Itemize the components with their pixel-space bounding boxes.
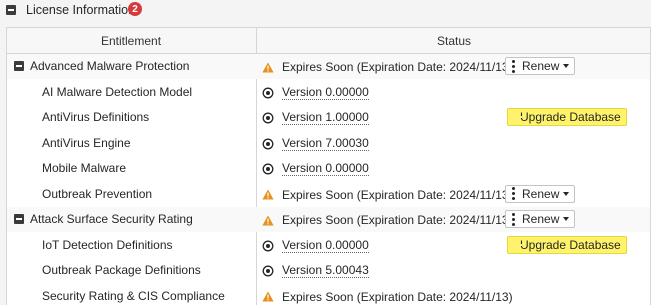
table-row: Outbreak Prevention Expires Soon (Expirat… — [7, 182, 650, 207]
table-header: Entitlement Status — [7, 28, 650, 54]
license-table: Entitlement Status Advanced Malware Prot… — [6, 27, 651, 305]
status-cell: Version 0.00000 — [262, 160, 369, 178]
renew-button[interactable]: Renew — [505, 210, 575, 228]
status-cell: Version 5.00043 — [262, 262, 369, 280]
section-title: License Information — [26, 3, 135, 17]
status-cell: Expires Soon (Expiration Date: 2024/11/1… — [262, 58, 513, 76]
table-row: AI Malware Detection Model Version 0.0000… — [7, 80, 650, 105]
table-row: Mobile Malware Version 0.00000 — [7, 156, 650, 181]
status-cell: Expires Soon (Expiration Date: 2024/11/1… — [262, 211, 513, 229]
table-row: Security Rating & CIS Compliance Expires … — [7, 284, 650, 305]
entitlement-name: Mobile Malware — [42, 161, 126, 175]
entitlement-name: Security Rating & CIS Compliance — [42, 289, 225, 303]
warning-icon — [262, 189, 274, 201]
version-icon — [262, 240, 274, 252]
collapse-icon[interactable] — [6, 5, 16, 15]
warning-icon — [262, 61, 274, 73]
table-row: AntiVirus Definitions Version 1.00000 Upgr… — [7, 105, 650, 130]
upgrade-database-button[interactable]: Upgrade Database — [507, 108, 627, 126]
more-icon — [512, 213, 515, 226]
entitlement-name: Outbreak Package Definitions — [42, 263, 201, 277]
entitlement-name: Outbreak Prevention — [42, 187, 152, 201]
collapse-icon[interactable] — [14, 61, 24, 71]
expiry-text: Expires Soon (Expiration Date: 2024/11/1… — [282, 188, 513, 202]
renew-label: Renew — [522, 187, 559, 201]
renew-button[interactable]: Renew — [505, 57, 575, 75]
version-link[interactable]: Version 1.00000 — [282, 111, 369, 125]
expiry-text: Expires Soon (Expiration Date: 2024/11/1… — [282, 60, 513, 74]
more-icon — [512, 187, 515, 200]
renew-label: Renew — [522, 212, 559, 226]
version-icon — [262, 112, 274, 124]
version-link[interactable]: Version 7.00030 — [282, 137, 369, 151]
table-row: AntiVirus Engine Version 7.00030 — [7, 131, 650, 156]
table-group-row: Advanced Malware Protection Expires Soon … — [7, 54, 650, 79]
status-cell: Expires Soon (Expiration Date: 2024/11/1… — [262, 288, 513, 305]
version-icon — [262, 163, 274, 175]
entitlement-name: AntiVirus Engine — [42, 136, 131, 150]
collapse-icon[interactable] — [14, 214, 24, 224]
status-cell: Version 7.00030 — [262, 135, 369, 153]
entitlement-name: AI Malware Detection Model — [42, 85, 192, 99]
expiry-text: Expires Soon (Expiration Date: 2024/11/1… — [282, 290, 513, 304]
warning-icon — [262, 214, 274, 226]
count-badge: 2 — [128, 2, 142, 16]
caret-down-icon — [563, 217, 569, 221]
upgrade-database-label: Upgrade Database — [520, 238, 621, 252]
version-link[interactable]: Version 0.00000 — [282, 239, 369, 253]
more-icon — [512, 60, 515, 73]
entitlement-name: Attack Surface Security Rating — [30, 212, 193, 226]
renew-label: Renew — [522, 59, 559, 73]
version-link[interactable]: Version 5.00043 — [282, 264, 369, 278]
status-cell: Version 0.00000 — [262, 84, 369, 102]
section-header[interactable]: License Information 2 — [0, 0, 651, 22]
entitlement-name: AntiVirus Definitions — [42, 110, 149, 124]
caret-down-icon — [563, 192, 569, 196]
status-cell: Version 1.00000 — [262, 109, 369, 127]
version-link[interactable]: Version 0.00000 — [282, 162, 369, 176]
version-icon — [262, 87, 274, 99]
entitlement-name: IoT Detection Definitions — [42, 238, 173, 252]
table-row: Outbreak Package Definitions Version 5.00… — [7, 258, 650, 283]
status-cell: Version 0.00000 — [262, 237, 369, 255]
warning-icon — [262, 291, 274, 303]
status-column-header: Status — [437, 34, 471, 48]
upgrade-database-label: Upgrade Database — [520, 110, 621, 124]
version-link[interactable]: Version 0.00000 — [282, 86, 369, 100]
version-icon — [262, 265, 274, 277]
caret-down-icon — [563, 64, 569, 68]
upgrade-database-button[interactable]: Upgrade Database — [507, 236, 627, 254]
renew-button[interactable]: Renew — [505, 185, 575, 203]
status-cell: Expires Soon (Expiration Date: 2024/11/1… — [262, 186, 513, 204]
table-group-row: Attack Surface Security Rating Expires So… — [7, 207, 650, 232]
entitlement-name: Advanced Malware Protection — [30, 59, 189, 73]
expiry-text: Expires Soon (Expiration Date: 2024/11/1… — [282, 213, 513, 227]
table-row: IoT Detection Definitions Version 0.00000… — [7, 233, 650, 258]
version-icon — [262, 138, 274, 150]
entitlement-column-header: Entitlement — [101, 34, 161, 48]
